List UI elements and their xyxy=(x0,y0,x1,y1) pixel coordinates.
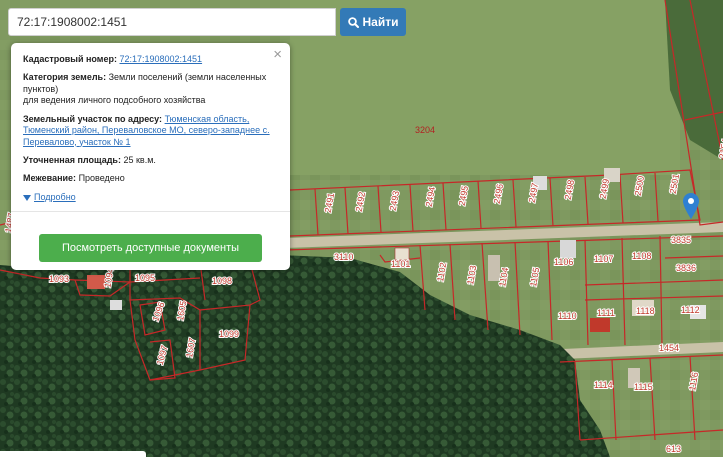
search-icon xyxy=(347,16,359,28)
cadastral-number-label: Кадастровый номер: xyxy=(23,54,117,64)
survey-row: Межевание: Проведено xyxy=(23,173,278,184)
plot-label-1118: 1118 xyxy=(636,306,655,316)
area-value: 25 кв.м. xyxy=(123,154,156,165)
plot-label-1101: 1101 xyxy=(391,259,410,269)
plot-label-3836: 3836 xyxy=(676,263,696,273)
plot-label-1106: 1106 xyxy=(554,257,573,267)
survey-label: Межевание: xyxy=(23,173,77,184)
cadastral-number-link[interactable]: 72:17:1908002:1451 xyxy=(119,54,202,64)
details-toggle[interactable]: Подробно xyxy=(23,192,278,203)
plot-label-3204: 3204 xyxy=(415,125,435,135)
popup-divider xyxy=(11,211,290,213)
address-label: Земельный участок по адресу: xyxy=(23,113,163,124)
area-row: Уточненная площадь: 25 кв.м. xyxy=(23,155,278,166)
find-button-label: Найти xyxy=(362,15,399,29)
cadastral-number-row: Кадастровый номер: 72:17:1908002:1451 xyxy=(23,54,278,65)
plot-label-1110: 1110 xyxy=(558,311,577,321)
plot-label-1098: 1098 xyxy=(212,276,232,286)
plot-info-popup: × Кадастровый номер: 72:17:1908002:1451 … xyxy=(11,43,290,270)
view-documents-button[interactable]: Посмотреть доступные документы xyxy=(39,234,262,262)
area-label: Уточненная площадь: xyxy=(23,154,121,165)
caret-down-icon xyxy=(23,194,31,201)
bottom-panel-edge xyxy=(0,451,146,457)
land-category-row: Категория земель: Земли поселений (земли… xyxy=(23,72,278,106)
land-category-label: Категория земель: xyxy=(23,72,107,83)
plot-label-1114: 1114 xyxy=(594,380,613,390)
plot-label-1108: 1108 xyxy=(632,251,651,261)
plot-label-3835: 3835 xyxy=(671,235,691,245)
cadastral-search-input[interactable] xyxy=(8,8,336,36)
plot-label-1095: 1095 xyxy=(135,273,155,283)
plot-label-1454: 1454 xyxy=(659,343,679,353)
plot-label-1111: 1111 xyxy=(597,308,615,318)
location-marker[interactable] xyxy=(683,193,699,224)
plot-label-1112: 1112 xyxy=(681,305,700,315)
plot-label-1107: 1107 xyxy=(594,254,613,264)
survey-value: Проведено xyxy=(78,173,125,184)
plot-label-3110: 3110 xyxy=(334,252,353,262)
plot-label-1099: 1099 xyxy=(219,329,239,339)
map-pin-icon xyxy=(683,193,699,219)
details-link[interactable]: Подробно xyxy=(34,192,76,203)
search-bar: Найти xyxy=(8,8,406,36)
address-row: Земельный участок по адресу: Тюменская о… xyxy=(23,114,278,148)
plot-label-613: 613 xyxy=(666,444,681,454)
plot-label-1115: 1115 xyxy=(634,382,653,392)
plot-label-1093: 1093 xyxy=(49,274,69,284)
close-icon[interactable]: × xyxy=(273,47,282,62)
find-button[interactable]: Найти xyxy=(340,8,406,36)
land-category-use: для ведения личного подсобного хозяйства xyxy=(23,95,206,106)
